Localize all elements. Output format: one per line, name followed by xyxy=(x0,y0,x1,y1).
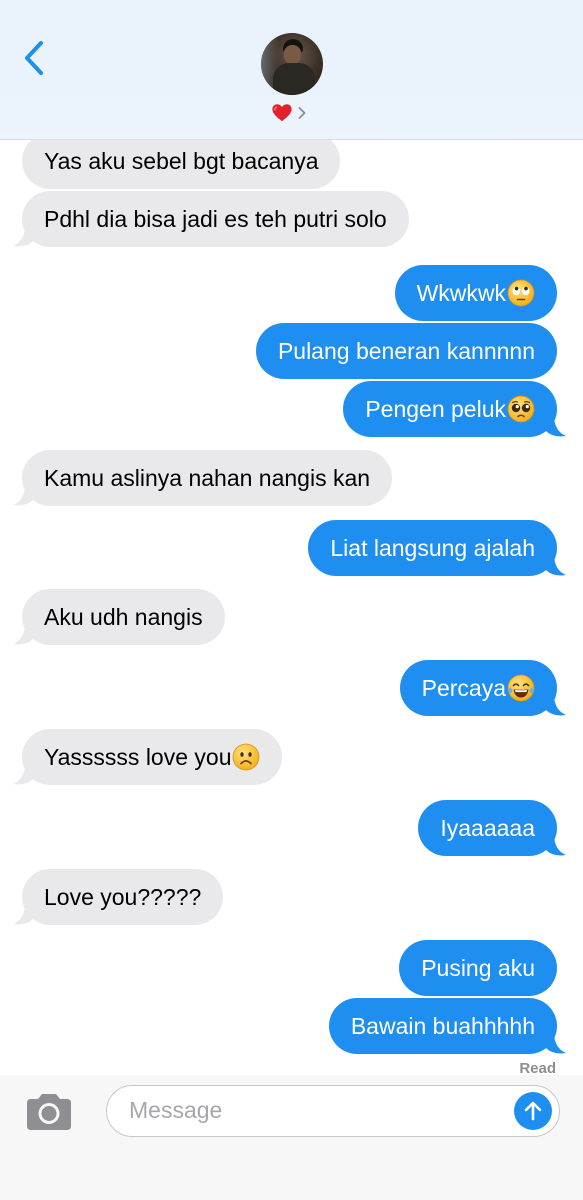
contact-name-button[interactable] xyxy=(271,100,307,126)
message-text: Pengen peluk xyxy=(365,396,506,422)
received-message-bubble[interactable]: Yassssss love you xyxy=(22,729,283,785)
messages-screen: Yas aku sebel bgt bacanya Pdhl dia bisa j… xyxy=(0,0,583,1200)
message-text: Wkwkwk xyxy=(416,280,506,306)
contact-avatar[interactable] xyxy=(261,33,323,95)
camera-button[interactable] xyxy=(24,1092,74,1132)
message-text: Bawain buahhhhh xyxy=(350,1013,535,1039)
face-with-rolling-eyes-emoji-icon xyxy=(507,279,535,307)
sent-message-row: Liat langsung ajalah xyxy=(0,520,583,576)
sent-message-bubble[interactable]: Bawain buahhhhh xyxy=(328,998,557,1054)
frowning-face-emoji-icon xyxy=(233,743,260,771)
sent-message-row: Pengen peluk xyxy=(0,381,583,437)
back-button[interactable] xyxy=(14,36,54,80)
received-message-row: Love you????? xyxy=(0,869,583,925)
sent-message-bubble[interactable]: Liat langsung ajalah xyxy=(308,520,557,576)
sent-message-row: Percaya xyxy=(0,660,583,716)
received-message-row: Aku udh nangis xyxy=(0,589,583,645)
received-message-row: Kamu aslinya nahan nangis kan xyxy=(0,450,583,506)
sent-message-row: Wkwkwk xyxy=(0,265,583,321)
message-text: Yas aku sebel bgt bacanya xyxy=(44,148,319,174)
received-message-row: Yassssss love you xyxy=(0,729,583,785)
sent-message-row: Pulang beneran kannnnn xyxy=(0,323,583,379)
heart-icon xyxy=(272,104,292,122)
sent-message-row: Iyaaaaaa xyxy=(0,800,583,856)
message-text: Pusing aku xyxy=(421,955,535,981)
received-message-bubble[interactable]: Yas aku sebel bgt bacanya xyxy=(22,133,341,189)
chevron-right-icon xyxy=(298,107,306,119)
sent-message-row: Bawain buahhhhh xyxy=(0,998,583,1054)
sent-message-bubble[interactable]: Pengen peluk xyxy=(343,381,557,437)
message-text: Pulang beneran kannnnn xyxy=(277,338,535,364)
conversation-header xyxy=(0,0,583,140)
sent-message-bubble[interactable]: Pusing aku xyxy=(399,940,557,996)
message-text: Pdhl dia bisa jadi es teh putri solo xyxy=(44,206,387,232)
message-text: Kamu aslinya nahan nangis kan xyxy=(44,465,371,491)
sent-message-bubble[interactable]: Iyaaaaaa xyxy=(418,800,557,856)
received-message-bubble[interactable]: Love you????? xyxy=(22,869,224,925)
chevron-left-icon xyxy=(25,41,43,75)
received-message-bubble[interactable]: Kamu aslinya nahan nangis kan xyxy=(22,450,393,506)
message-thread[interactable]: Yas aku sebel bgt bacanya Pdhl dia bisa j… xyxy=(0,133,583,1075)
message-text: Percaya xyxy=(421,675,506,701)
message-text: Aku udh nangis xyxy=(44,604,203,630)
message-field[interactable] xyxy=(106,1085,560,1137)
camera-icon xyxy=(27,1094,71,1130)
received-message-bubble[interactable]: Pdhl dia bisa jadi es teh putri solo xyxy=(22,191,409,247)
sent-message-bubble[interactable]: Pulang beneran kannnnn xyxy=(255,323,557,379)
send-button[interactable] xyxy=(514,1092,552,1130)
received-message-bubble[interactable]: Aku udh nangis xyxy=(22,589,225,645)
message-text: Yassssss love you xyxy=(44,744,232,770)
message-input[interactable] xyxy=(129,1086,499,1135)
received-message-row: Yas aku sebel bgt bacanya xyxy=(0,133,583,189)
message-text: Love you????? xyxy=(44,884,202,910)
arrow-up-icon xyxy=(524,1101,542,1121)
message-text: Iyaaaaaa xyxy=(440,815,535,841)
sent-message-bubble[interactable]: Percaya xyxy=(399,660,557,716)
face-with-tears-of-joy-emoji-icon xyxy=(507,674,535,702)
sent-message-row: Pusing aku xyxy=(0,940,583,996)
received-message-row: Pdhl dia bisa jadi es teh putri solo xyxy=(0,191,583,247)
pleading-face-emoji-icon xyxy=(507,395,535,423)
sent-message-bubble[interactable]: Wkwkwk xyxy=(394,265,557,321)
message-text: Liat langsung ajalah xyxy=(330,535,535,561)
